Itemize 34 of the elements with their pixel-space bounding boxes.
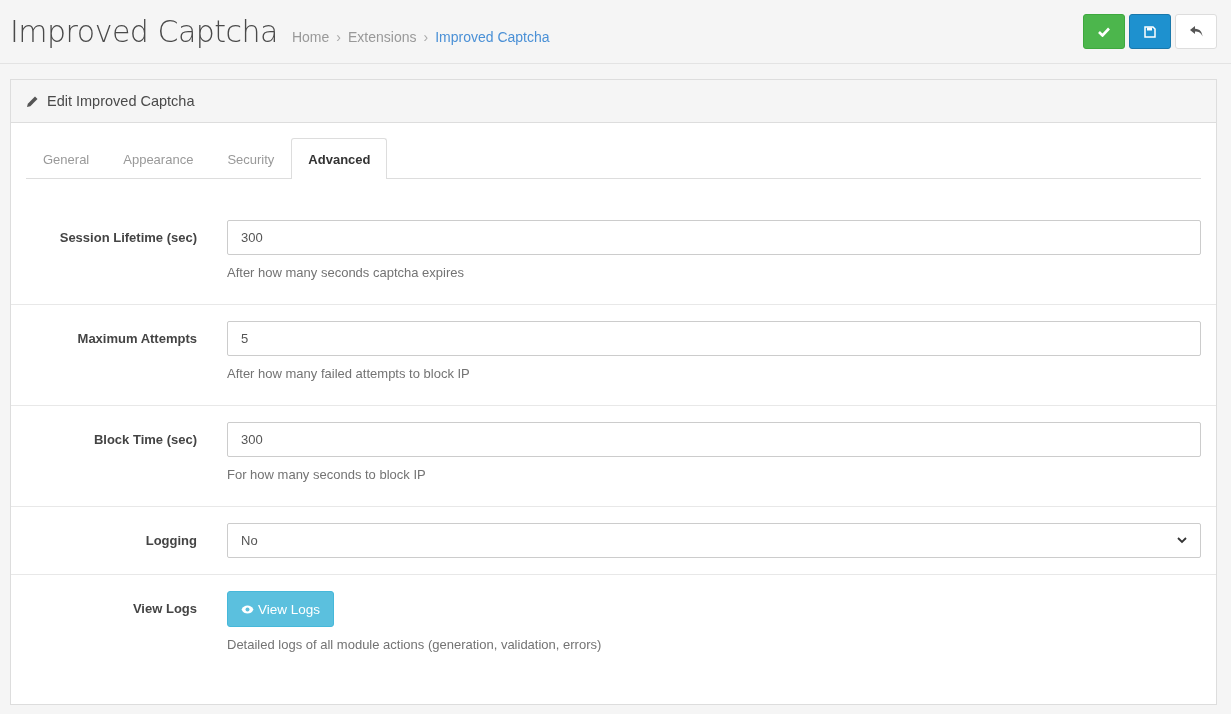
save-icon (1144, 25, 1156, 38)
help-text: For how many seconds to block IP (227, 466, 427, 484)
select-field[interactable]: No (227, 523, 1201, 558)
input-field[interactable]: 300 (227, 422, 1201, 457)
view-logs-button[interactable]: View Logs (227, 591, 335, 627)
field-label: Logging (144, 532, 198, 550)
breadcrumb-separator: › (423, 29, 429, 45)
tab[interactable]: Appearance (106, 139, 211, 179)
breadcrumb-separator: › (336, 29, 341, 45)
help-text: After how many failed attempts to block IP (227, 365, 471, 383)
check-icon (1098, 26, 1110, 37)
tab[interactable]: General (26, 139, 107, 179)
save-button[interactable] (1129, 14, 1171, 49)
help-text: After how many seconds captcha expires (227, 264, 465, 282)
breadcrumb-link[interactable]: Extensions (348, 29, 417, 45)
breadcrumb-link[interactable]: Improved Captcha (435, 29, 550, 45)
tab[interactable]: Security (210, 139, 292, 179)
pencil-icon (26, 94, 39, 108)
field-label: View Logs (131, 600, 198, 618)
reply-arrow-icon (1189, 26, 1203, 37)
tab[interactable]: Advanced (291, 138, 388, 179)
breadcrumb-link[interactable]: Home (291, 29, 330, 45)
input-field[interactable]: 300 (227, 220, 1201, 255)
chevron-down-icon (1177, 537, 1187, 544)
eye-icon (241, 604, 254, 614)
panel-title: Edit Improved Captcha (47, 93, 195, 109)
field-label: Block Time (sec) (92, 431, 198, 449)
page-title: Improved Captcha (10, 14, 278, 49)
input-field[interactable]: 5 (227, 321, 1201, 356)
field-label: Session Lifetime (sec) (58, 229, 198, 247)
save-check-button[interactable] (1083, 14, 1125, 49)
back-button[interactable] (1175, 14, 1217, 49)
help-text: Detailed logs of all module actions (generation, validation, errors) (227, 636, 603, 654)
field-label: Maximum Attempts (76, 330, 198, 348)
